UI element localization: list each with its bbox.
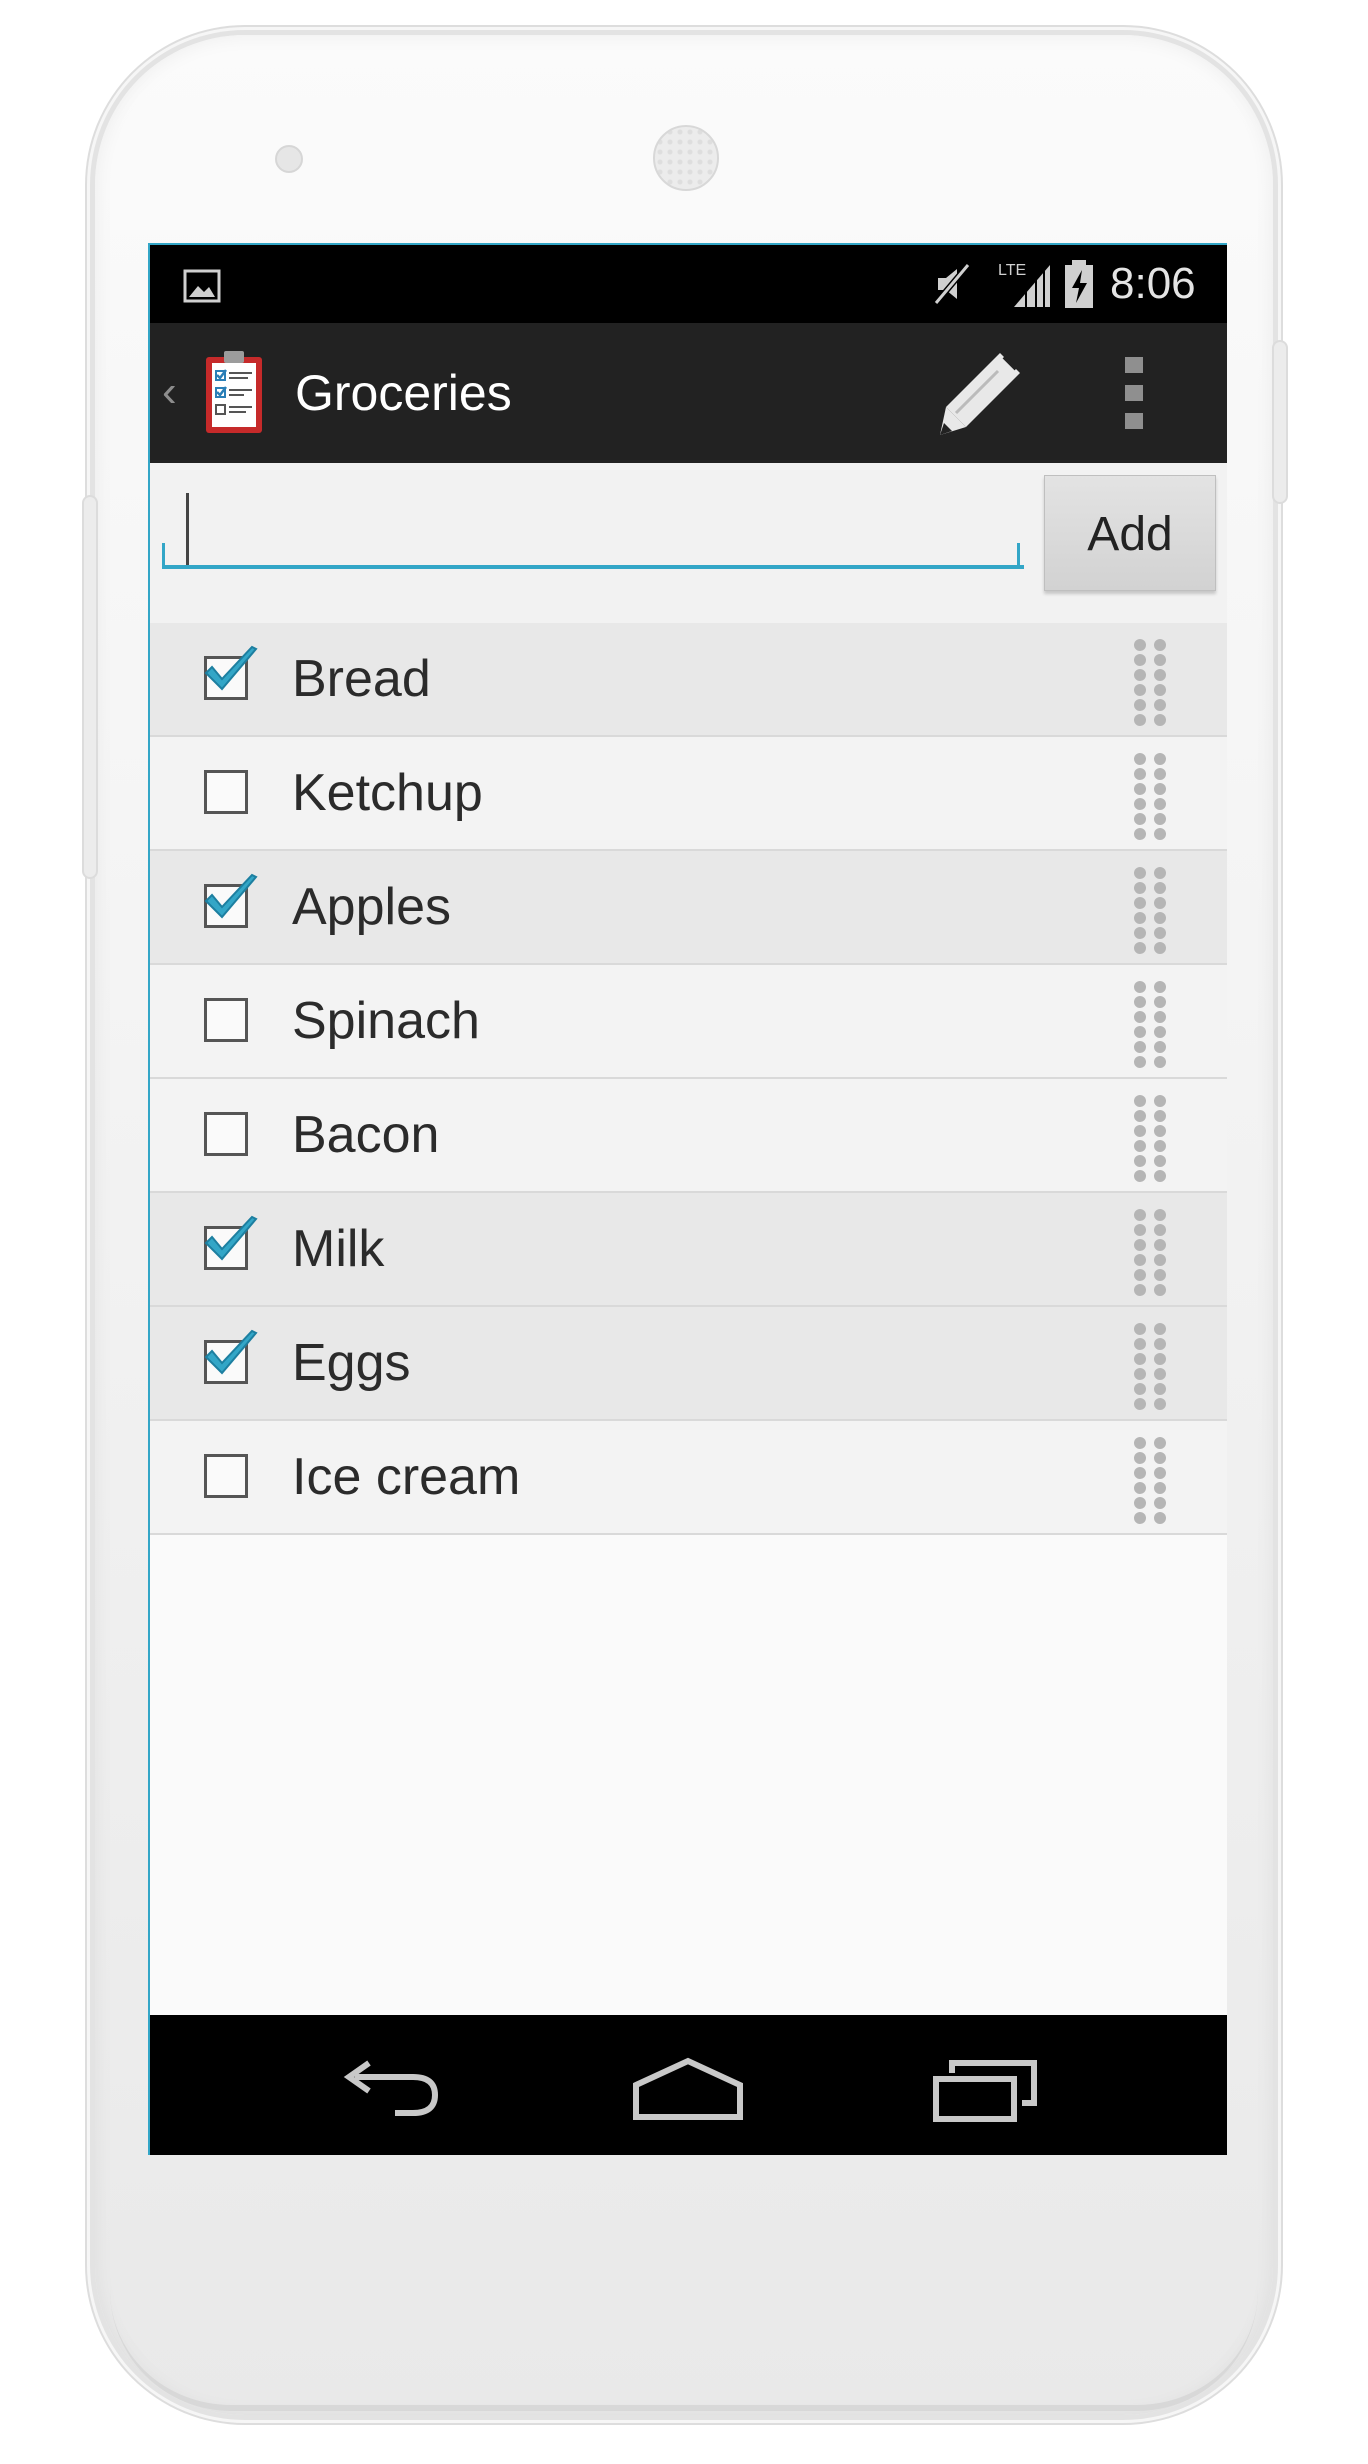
checkmark-icon — [204, 873, 258, 919]
add-item-row: Add — [150, 463, 1227, 623]
item-label: Ketchup — [292, 764, 483, 822]
mute-icon — [933, 263, 971, 305]
phone-chin — [110, 2290, 1258, 2411]
clipboard-checklist-icon[interactable] — [204, 347, 264, 435]
drag-handle-icon[interactable] — [1130, 865, 1170, 957]
drag-handle-icon[interactable] — [1130, 1093, 1170, 1185]
drag-handle-icon[interactable] — [1130, 1435, 1170, 1527]
item-label: Bacon — [292, 1106, 440, 1164]
list-item[interactable]: Apples — [150, 851, 1227, 965]
overflow-menu-icon[interactable] — [1115, 353, 1155, 433]
power-button — [1272, 340, 1288, 504]
drag-handle-icon[interactable] — [1130, 979, 1170, 1071]
checkmark-icon — [204, 1215, 258, 1261]
screen: LTE 8:06 ‹ Groceries Add Bread Ketchup A… — [148, 243, 1227, 2155]
new-item-input[interactable] — [162, 483, 1024, 569]
checkmark-icon — [204, 1329, 258, 1375]
status-bar: LTE 8:06 — [150, 245, 1227, 323]
edit-pencil-icon[interactable] — [930, 343, 1030, 443]
list-item[interactable]: Ice cream — [150, 1421, 1227, 1535]
gallery-icon — [183, 269, 221, 303]
back-icon[interactable] — [335, 2055, 445, 2125]
item-label: Eggs — [292, 1334, 411, 1392]
item-checkbox[interactable] — [204, 1454, 248, 1498]
item-label: Apples — [292, 878, 451, 936]
add-button[interactable]: Add — [1044, 475, 1216, 591]
earpiece-speaker — [653, 125, 719, 191]
checkmark-icon — [204, 645, 258, 691]
up-navigation-icon[interactable]: ‹ — [162, 367, 177, 417]
item-label: Spinach — [292, 992, 480, 1050]
drag-handle-icon[interactable] — [1130, 751, 1170, 843]
text-cursor — [186, 493, 189, 565]
front-camera — [275, 145, 303, 173]
grocery-list: Bread Ketchup Apples Spinach Bacon Milk Eggs Ic… — [150, 623, 1227, 1535]
home-icon[interactable] — [630, 2055, 746, 2125]
list-item[interactable]: Eggs — [150, 1307, 1227, 1421]
lte-signal-icon: LTE — [998, 262, 1050, 307]
status-clock: 8:06 — [1110, 259, 1196, 308]
action-bar: ‹ Groceries — [150, 323, 1227, 466]
list-item[interactable]: Bread — [150, 623, 1227, 737]
drag-handle-icon[interactable] — [1130, 637, 1170, 729]
drag-handle-icon[interactable] — [1130, 1207, 1170, 1299]
list-item[interactable]: Milk — [150, 1193, 1227, 1307]
item-checkbox[interactable] — [204, 770, 248, 814]
recents-icon[interactable] — [930, 2055, 1040, 2125]
svg-text:LTE: LTE — [998, 262, 1026, 279]
item-label: Milk — [292, 1220, 385, 1278]
item-checkbox[interactable] — [204, 998, 248, 1042]
volume-button — [82, 495, 98, 879]
navigation-bar — [150, 2015, 1227, 2155]
list-item[interactable]: Ketchup — [150, 737, 1227, 851]
battery-charging-icon — [1065, 260, 1093, 308]
item-checkbox[interactable] — [204, 1112, 248, 1156]
drag-handle-icon[interactable] — [1130, 1321, 1170, 1413]
app-title: Groceries — [295, 365, 512, 421]
list-item[interactable]: Bacon — [150, 1079, 1227, 1193]
list-item[interactable]: Spinach — [150, 965, 1227, 1079]
item-label: Ice cream — [292, 1448, 521, 1506]
input-underline-edge — [162, 543, 165, 569]
item-label: Bread — [292, 650, 431, 708]
input-underline-edge — [1017, 543, 1020, 569]
